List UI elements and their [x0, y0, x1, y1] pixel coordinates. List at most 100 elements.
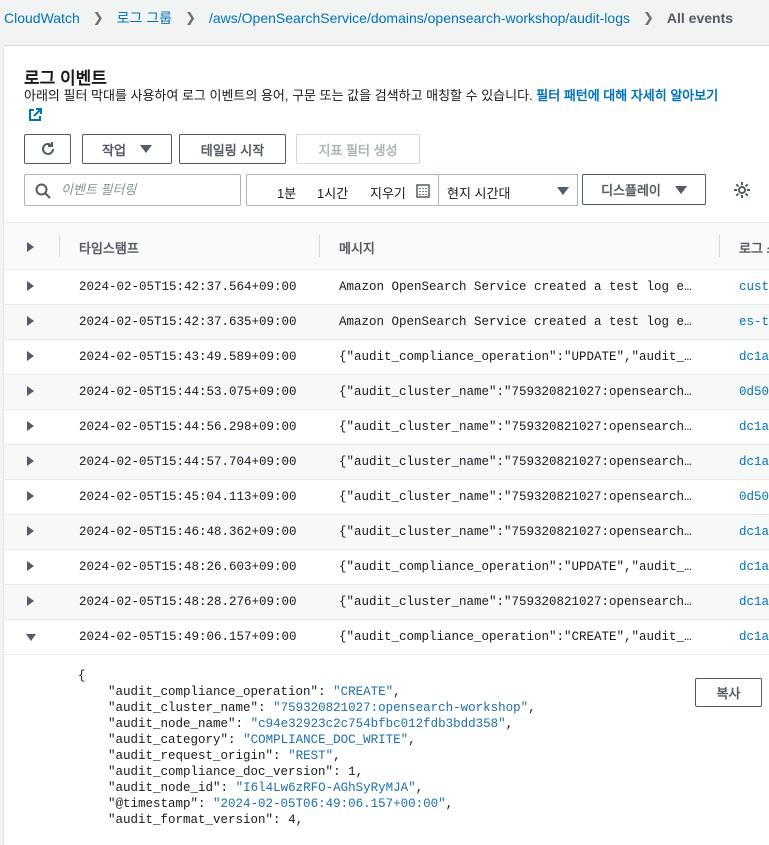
chevron-right-icon: ❯	[92, 10, 104, 25]
search-icon	[35, 183, 51, 199]
chevron-right-icon: ❯	[185, 10, 196, 25]
expand-row-icon[interactable]	[27, 421, 34, 431]
calendar-icon[interactable]	[416, 184, 430, 198]
caret-down-icon	[674, 185, 687, 194]
expand-row-icon[interactable]	[27, 526, 34, 536]
copy-button[interactable]: 복사	[695, 678, 762, 707]
json-value: "CREATE"	[333, 685, 394, 699]
json-line: "@timestamp": "2024-02-05T06:49:06.157+0…	[108, 797, 454, 811]
row-timestamp: 2024-02-05T15:43:49.589+09:00	[79, 350, 297, 364]
row-message: {"audit_compliance_operation":"CREATE","…	[339, 630, 695, 644]
refresh-icon	[41, 142, 54, 155]
breadcrumb-current: All events	[666, 10, 734, 26]
row-log-stream-link[interactable]: dc1a0	[739, 525, 769, 539]
timezone-select[interactable]: 현지 시간대	[438, 174, 578, 206]
expand-row-icon[interactable]	[27, 281, 34, 291]
start-tailing-button[interactable]: 테일링 시작	[179, 134, 286, 164]
breadcrumb-cloudwatch[interactable]: CloudWatch	[4, 10, 80, 26]
filter-search-box	[24, 174, 241, 206]
clear-time-button[interactable]: 지우기	[370, 183, 406, 202]
row-timestamp: 2024-02-05T15:48:28.276+09:00	[79, 595, 297, 609]
external-link-icon[interactable]	[28, 108, 42, 122]
page-description: 아래의 필터 막대를 사용하여 로그 이벤트의 용어, 구문 또는 값을 검색하…	[24, 86, 739, 106]
expand-row-icon[interactable]	[27, 351, 34, 361]
column-divider	[319, 235, 320, 257]
gear-icon[interactable]	[733, 181, 751, 199]
row-message: {"audit_compliance_operation":"UPDATE","…	[339, 350, 695, 364]
row-message: Amazon OpenSearch Service created a test…	[339, 280, 695, 294]
breadcrumb: CloudWatch ❯ 로그 그룹 ❯ /aws/OpenSearchServ…	[0, 0, 769, 36]
table-row[interactable]: 2024-02-05T15:45:04.113+09:00 {"audit_clu…	[4, 480, 769, 515]
json-line: "audit_cluster_name": "759320821027:open…	[108, 701, 536, 715]
column-log-stream[interactable]: 로그 스트림	[739, 238, 769, 257]
row-log-stream-link[interactable]: dc1a0	[739, 595, 769, 609]
json-line: "audit_format_version": 4,	[108, 813, 304, 827]
table-row[interactable]: 2024-02-05T15:44:56.298+09:00 {"audit_clu…	[4, 410, 769, 445]
table-row[interactable]: 2024-02-05T15:49:06.157+09:00 {"audit_com…	[4, 620, 769, 655]
table-row[interactable]: 2024-02-05T15:42:37.564+09:00 Amazon Open…	[4, 270, 769, 305]
row-timestamp: 2024-02-05T15:44:56.298+09:00	[79, 420, 297, 434]
row-message: Amazon OpenSearch Service created a test…	[339, 315, 695, 329]
row-message: {"audit_cluster_name":"759320821027:open…	[339, 595, 695, 609]
expand-row-icon[interactable]	[27, 561, 34, 571]
row-timestamp: 2024-02-05T15:48:26.603+09:00	[79, 560, 297, 574]
json-value: "759320821027:opensearch-workshop"	[273, 701, 529, 715]
chevron-right-icon: ❯	[642, 10, 654, 25]
json-key: "audit_node_name"	[108, 717, 236, 731]
table-row[interactable]: 2024-02-05T15:46:48.362+09:00 {"audit_clu…	[4, 515, 769, 550]
row-log-stream-link[interactable]: 0d50	[739, 385, 769, 399]
row-message: {"audit_cluster_name":"759320821027:open…	[339, 455, 695, 469]
create-metric-filter-button[interactable]: 지표 필터 생성	[296, 134, 420, 164]
refresh-button[interactable]	[24, 134, 71, 164]
log-events-panel: 로그 이벤트 아래의 필터 막대를 사용하여 로그 이벤트의 용어, 구문 또는…	[4, 45, 769, 845]
row-log-stream-link[interactable]: dc1a0	[739, 455, 769, 469]
row-log-stream-link[interactable]: es-test	[739, 315, 769, 329]
expand-all-icon[interactable]	[27, 242, 34, 252]
time-1h-button[interactable]: 1시간	[317, 183, 348, 202]
json-line: "audit_category": "COMPLIANCE_DOC_WRITE"…	[108, 733, 416, 747]
log-events-table: 타임스탬프 메시지 로그 스트림 2024-02-05T15:42:37.564…	[4, 222, 769, 655]
row-timestamp: 2024-02-05T15:42:37.564+09:00	[79, 280, 297, 294]
column-message[interactable]: 메시지	[339, 238, 375, 257]
breadcrumb-log-groups[interactable]: 로그 그룹	[117, 8, 172, 28]
table-row[interactable]: 2024-02-05T15:42:37.635+09:00 Amazon Open…	[4, 305, 769, 340]
actions-button[interactable]: 작업	[82, 134, 172, 164]
expand-row-icon[interactable]	[27, 456, 34, 466]
json-value: "REST"	[288, 749, 334, 763]
expand-row-icon[interactable]	[27, 491, 34, 501]
table-row[interactable]: 2024-02-05T15:43:49.589+09:00 {"audit_com…	[4, 340, 769, 375]
table-row[interactable]: 2024-02-05T15:48:26.603+09:00 {"audit_com…	[4, 550, 769, 585]
column-timestamp[interactable]: 타임스탬프	[79, 238, 139, 257]
filter-events-input[interactable]	[59, 181, 229, 198]
row-timestamp: 2024-02-05T15:45:04.113+09:00	[79, 490, 297, 504]
expand-row-icon[interactable]	[27, 316, 34, 326]
table-row[interactable]: 2024-02-05T15:44:57.704+09:00 {"audit_clu…	[4, 445, 769, 480]
row-timestamp: 2024-02-05T15:46:48.362+09:00	[79, 525, 297, 539]
row-log-stream-link[interactable]: dc1a0	[739, 560, 769, 574]
row-timestamp: 2024-02-05T15:44:57.704+09:00	[79, 455, 297, 469]
row-log-stream-link[interactable]: dc1a0	[739, 420, 769, 434]
json-value: "I6l4Lw6zRFO-AGhSyRyMJA"	[235, 781, 416, 795]
row-log-stream-link[interactable]: dc1a0	[739, 630, 769, 644]
row-timestamp: 2024-02-05T15:49:06.157+09:00	[79, 630, 297, 644]
breadcrumb-log-group[interactable]: /aws/OpenSearchService/domains/opensearc…	[209, 10, 630, 26]
collapse-row-icon[interactable]	[26, 634, 36, 641]
filter-pattern-link[interactable]: 필터 패턴에 대해 자세히 알아보기	[536, 88, 718, 103]
event-json-detail: { "audit_compliance_operation": "CREATE"…	[78, 668, 536, 828]
table-row[interactable]: 2024-02-05T15:44:53.075+09:00 {"audit_clu…	[4, 375, 769, 410]
caret-down-icon	[139, 145, 152, 153]
row-log-stream-link[interactable]: 0d50	[739, 490, 769, 504]
json-value: 1	[348, 765, 356, 779]
table-row[interactable]: 2024-02-05T15:48:28.276+09:00 {"audit_clu…	[4, 585, 769, 620]
row-log-stream-link[interactable]: custom	[739, 280, 769, 294]
json-line: "audit_request_origin": "REST",	[108, 749, 341, 763]
row-log-stream-link[interactable]: dc1a0	[739, 350, 769, 364]
row-message: {"audit_cluster_name":"759320821027:open…	[339, 490, 695, 504]
display-button[interactable]: 디스플레이	[582, 174, 706, 205]
time-1m-button[interactable]: 1분	[277, 183, 296, 202]
column-divider	[59, 235, 60, 257]
expand-row-icon[interactable]	[27, 596, 34, 606]
table-body: 2024-02-05T15:42:37.564+09:00 Amazon Open…	[4, 270, 769, 655]
json-key: "audit_category"	[108, 733, 229, 747]
expand-row-icon[interactable]	[27, 386, 34, 396]
